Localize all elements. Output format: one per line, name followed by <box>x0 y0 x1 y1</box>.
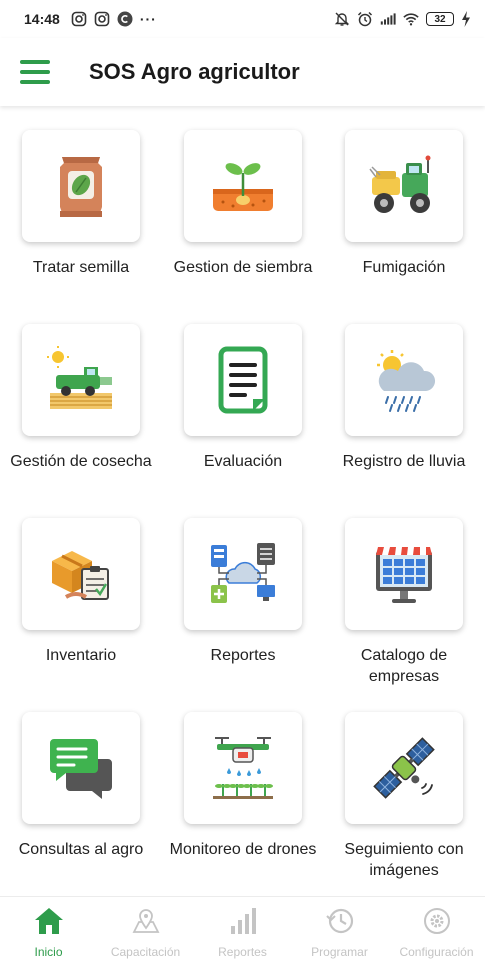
tile-gestion-cosecha[interactable]: Gestión de cosecha <box>0 301 162 495</box>
harvester-icon <box>47 346 112 409</box>
signal-icon <box>380 13 396 25</box>
tile-label: Gestión de cosecha <box>10 453 152 470</box>
battery-icon: 32 <box>426 12 454 26</box>
status-left: 14:48 ··· <box>24 11 157 27</box>
status-time: 14:48 <box>24 11 60 27</box>
nav-label: Configuración <box>399 945 474 959</box>
nav-item-capacitacion[interactable]: Capacitación <box>97 897 194 970</box>
storefront-monitor-icon <box>376 547 432 603</box>
tile-label: Catalogo de empresas <box>360 647 448 685</box>
nav-label: Capacitación <box>110 945 181 959</box>
tile-label: Monitoreo de drones <box>169 841 317 858</box>
nav-item-configuracion[interactable]: Configuración <box>388 897 485 970</box>
tile-label: Tratar semilla <box>32 259 130 276</box>
nav-item-programar[interactable]: Programar <box>291 897 388 970</box>
tile-label: Gestion de siembra <box>173 259 313 276</box>
copyright-app-icon <box>117 11 133 27</box>
tile-card[interactable] <box>184 518 302 630</box>
seed-bag-icon <box>60 157 102 217</box>
tile-registro-lluvia[interactable]: Registro de lluvia <box>323 301 485 495</box>
map-pin-icon <box>130 905 162 937</box>
tile-card[interactable] <box>345 712 463 824</box>
bar-chart-icon <box>227 905 259 937</box>
more-notifications: ··· <box>139 11 157 27</box>
hamburger-menu-icon[interactable] <box>20 60 50 84</box>
satellite-icon <box>373 737 435 799</box>
nav-label: Programar <box>311 945 368 959</box>
nav-label: Inicio <box>34 945 63 959</box>
document-list-icon <box>218 346 268 414</box>
tile-label: Registro de lluvia <box>342 453 466 470</box>
tile-gestion-siembra[interactable]: Gestion de siembra <box>162 107 324 301</box>
status-bar: 14:48 ··· 32 <box>0 0 485 38</box>
settings-gear-icon <box>421 905 453 937</box>
page-title: SOS Agro agricultor <box>89 59 300 84</box>
tile-card[interactable] <box>345 518 463 630</box>
tile-fumigacion[interactable]: Fumigación <box>323 107 485 301</box>
nav-item-reportes[interactable]: Reportes <box>194 897 291 970</box>
tile-monitoreo-drones[interactable]: Monitoreo de drones <box>162 689 324 883</box>
chat-bubbles-icon <box>50 739 112 799</box>
instagram-icon <box>94 11 110 27</box>
app-bar: SOS Agro agricultor <box>0 38 485 106</box>
tile-card[interactable] <box>22 324 140 436</box>
nav-label: Reportes <box>218 945 267 959</box>
status-right: 32 <box>334 11 471 27</box>
tile-card[interactable] <box>184 324 302 436</box>
network-reports-icon <box>211 543 275 603</box>
tile-card[interactable] <box>22 518 140 630</box>
wifi-icon <box>403 13 419 26</box>
tile-inventario[interactable]: Inventario <box>0 495 162 689</box>
sprout-soil-icon <box>213 163 273 211</box>
nav-item-inicio[interactable]: Inicio <box>0 897 97 970</box>
alarm-icon <box>357 11 373 27</box>
tile-card[interactable] <box>184 130 302 242</box>
tile-evaluacion[interactable]: Evaluación <box>162 301 324 495</box>
bottom-navigation: Inicio Capacitación Reportes Programar C… <box>0 896 485 970</box>
tile-card[interactable] <box>184 712 302 824</box>
instagram-icon <box>71 11 87 27</box>
tile-label: Reportes <box>210 647 276 664</box>
charging-icon <box>462 11 470 27</box>
tile-label: Fumigación <box>362 259 446 276</box>
rain-cloud-icon <box>377 350 436 412</box>
tile-label: Consultas al agro <box>18 841 144 858</box>
tile-label: Seguimiento con imágenes <box>344 841 464 879</box>
schedule-clock-icon <box>324 905 356 937</box>
tractor-sprayer-icon <box>369 155 431 213</box>
tile-card[interactable] <box>22 712 140 824</box>
tile-label: Inventario <box>45 647 117 664</box>
tile-consultas-agro[interactable]: Consultas al agro <box>0 689 162 883</box>
boxes-clipboard-icon <box>52 551 109 600</box>
tile-label: Evaluación <box>203 453 283 470</box>
tile-card[interactable] <box>22 130 140 242</box>
mute-icon <box>334 12 350 26</box>
home-icon <box>33 905 65 937</box>
drone-irrigation-icon <box>213 737 273 799</box>
feature-grid: Tratar semilla Gestion de siembra Fumiga… <box>0 107 485 892</box>
tile-card[interactable] <box>345 324 463 436</box>
tile-seguimiento-imagenes[interactable]: Seguimiento con imágenes <box>323 689 485 883</box>
tile-card[interactable] <box>345 130 463 242</box>
tile-tratar-semilla[interactable]: Tratar semilla <box>0 107 162 301</box>
tile-catalogo-empresas[interactable]: Catalogo de empresas <box>323 495 485 689</box>
tile-reportes[interactable]: Reportes <box>162 495 324 689</box>
